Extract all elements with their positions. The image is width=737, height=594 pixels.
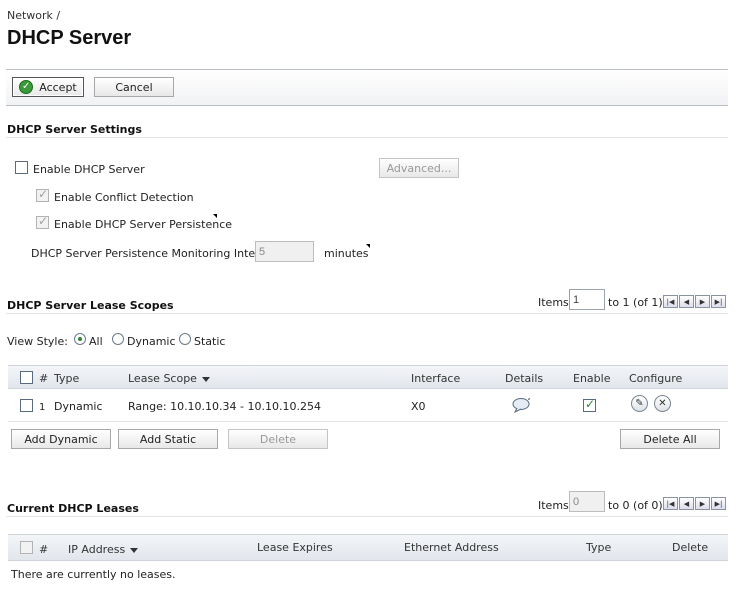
interval-label: DHCP Server Persistence Monitoring Inter… xyxy=(31,247,280,260)
delete-x-icon[interactable]: ✕ xyxy=(654,395,671,412)
items-label: Items xyxy=(538,296,569,309)
column-ethernet-address[interactable]: Ethernet Address xyxy=(404,541,499,554)
last-page-icon[interactable]: ▶| xyxy=(711,295,726,308)
column-configure: Configure xyxy=(629,372,683,385)
delete-all-button[interactable]: Delete All xyxy=(620,429,720,449)
add-dynamic-button[interactable]: Add Dynamic xyxy=(11,429,111,449)
toolbar: ✓ Accept Cancel xyxy=(6,69,728,106)
persistence-label: Enable DHCP Server Persistence xyxy=(54,218,233,231)
cancel-button[interactable]: Cancel xyxy=(94,77,174,97)
scopes-table-header: # Type Lease Scope Interface Details Ena… xyxy=(8,365,728,389)
column-lease-scope[interactable]: Lease Scope xyxy=(128,372,210,385)
view-static-radio[interactable] xyxy=(179,333,191,345)
row-checkbox[interactable] xyxy=(20,399,33,412)
items-input[interactable] xyxy=(569,289,605,310)
column-interface[interactable]: Interface xyxy=(411,372,460,385)
select-all-checkbox[interactable] xyxy=(20,371,33,384)
add-static-button[interactable]: Add Static xyxy=(118,429,218,449)
column-type[interactable]: Type xyxy=(586,541,611,554)
row-number: 1 xyxy=(39,402,46,413)
breadcrumb[interactable]: Network / xyxy=(7,9,60,22)
items-range: to 1 (of 1) xyxy=(608,296,663,309)
row-enable-checkbox[interactable] xyxy=(583,397,596,412)
pager: |◀ ◀ ▶ ▶| xyxy=(663,497,726,510)
column-lease-expires[interactable]: Lease Expires xyxy=(257,541,333,554)
view-all-label: All xyxy=(89,335,103,348)
divider xyxy=(6,516,728,517)
empty-leases-text: There are currently no leases. xyxy=(11,568,176,581)
next-page-icon[interactable]: ▶ xyxy=(695,295,710,308)
view-all-radio[interactable] xyxy=(74,333,86,345)
column-type[interactable]: Type xyxy=(54,372,79,385)
scopes-section-title: DHCP Server Lease Scopes xyxy=(7,299,174,312)
items-label: Items xyxy=(538,499,569,512)
edit-pencil-icon[interactable]: ✎ xyxy=(631,395,648,412)
conflict-detection-checkbox[interactable] xyxy=(36,187,49,202)
items-input[interactable] xyxy=(569,491,605,512)
table-row: 1 Dynamic Range: 10.10.10.34 - 10.10.10.… xyxy=(8,390,728,422)
leases-table-header: # IP Address Lease Expires Ethernet Addr… xyxy=(8,534,728,561)
select-all-checkbox[interactable] xyxy=(20,541,33,554)
enable-dhcp-checkbox[interactable] xyxy=(15,161,28,174)
row-interface: X0 xyxy=(411,400,426,413)
column-number: # xyxy=(39,372,49,385)
interval-unit: minutes xyxy=(324,247,369,260)
accept-label: Accept xyxy=(39,80,77,94)
settings-section-title: DHCP Server Settings xyxy=(7,123,142,136)
conflict-detection-label: Enable Conflict Detection xyxy=(54,191,194,204)
column-delete: Delete xyxy=(672,541,709,554)
enable-dhcp-label: Enable DHCP Server xyxy=(33,163,145,176)
items-range: to 0 (of 0) xyxy=(608,499,663,512)
last-page-icon[interactable]: ▶| xyxy=(711,497,726,510)
first-page-icon[interactable]: |◀ xyxy=(663,497,678,510)
checkmark-icon: ✓ xyxy=(19,80,34,94)
view-static-label: Static xyxy=(194,335,226,348)
details-comment-icon[interactable] xyxy=(512,397,532,416)
view-dynamic-radio[interactable] xyxy=(112,333,124,345)
interval-input[interactable] xyxy=(255,241,314,262)
page-title: DHCP Server xyxy=(7,27,132,49)
sort-down-icon xyxy=(130,547,139,553)
row-lease-scope: Range: 10.10.10.34 - 10.10.10.254 xyxy=(128,400,321,413)
leases-section-title: Current DHCP Leases xyxy=(7,502,139,515)
next-page-icon[interactable]: ▶ xyxy=(695,497,710,510)
accept-button[interactable]: ✓ Accept xyxy=(12,77,84,97)
advanced-button[interactable]: Advanced... xyxy=(379,158,459,178)
column-ip-address[interactable]: IP Address xyxy=(68,543,139,556)
prev-page-icon[interactable]: ◀ xyxy=(679,497,694,510)
view-style-label: View Style: xyxy=(7,335,68,348)
pager: |◀ ◀ ▶ ▶| xyxy=(663,295,726,308)
column-enable: Enable xyxy=(573,372,611,385)
delete-button[interactable]: Delete xyxy=(228,429,328,449)
sort-down-icon xyxy=(201,376,210,382)
tooltip-indicator-icon xyxy=(213,214,217,218)
column-details: Details xyxy=(505,372,544,385)
divider xyxy=(6,137,728,138)
divider xyxy=(6,313,728,314)
prev-page-icon[interactable]: ◀ xyxy=(679,295,694,308)
first-page-icon[interactable]: |◀ xyxy=(663,295,678,308)
column-number: # xyxy=(39,543,49,556)
persistence-checkbox[interactable] xyxy=(36,214,49,229)
row-type: Dynamic xyxy=(54,400,103,413)
view-dynamic-label: Dynamic xyxy=(127,335,176,348)
tooltip-indicator-icon xyxy=(366,244,370,248)
